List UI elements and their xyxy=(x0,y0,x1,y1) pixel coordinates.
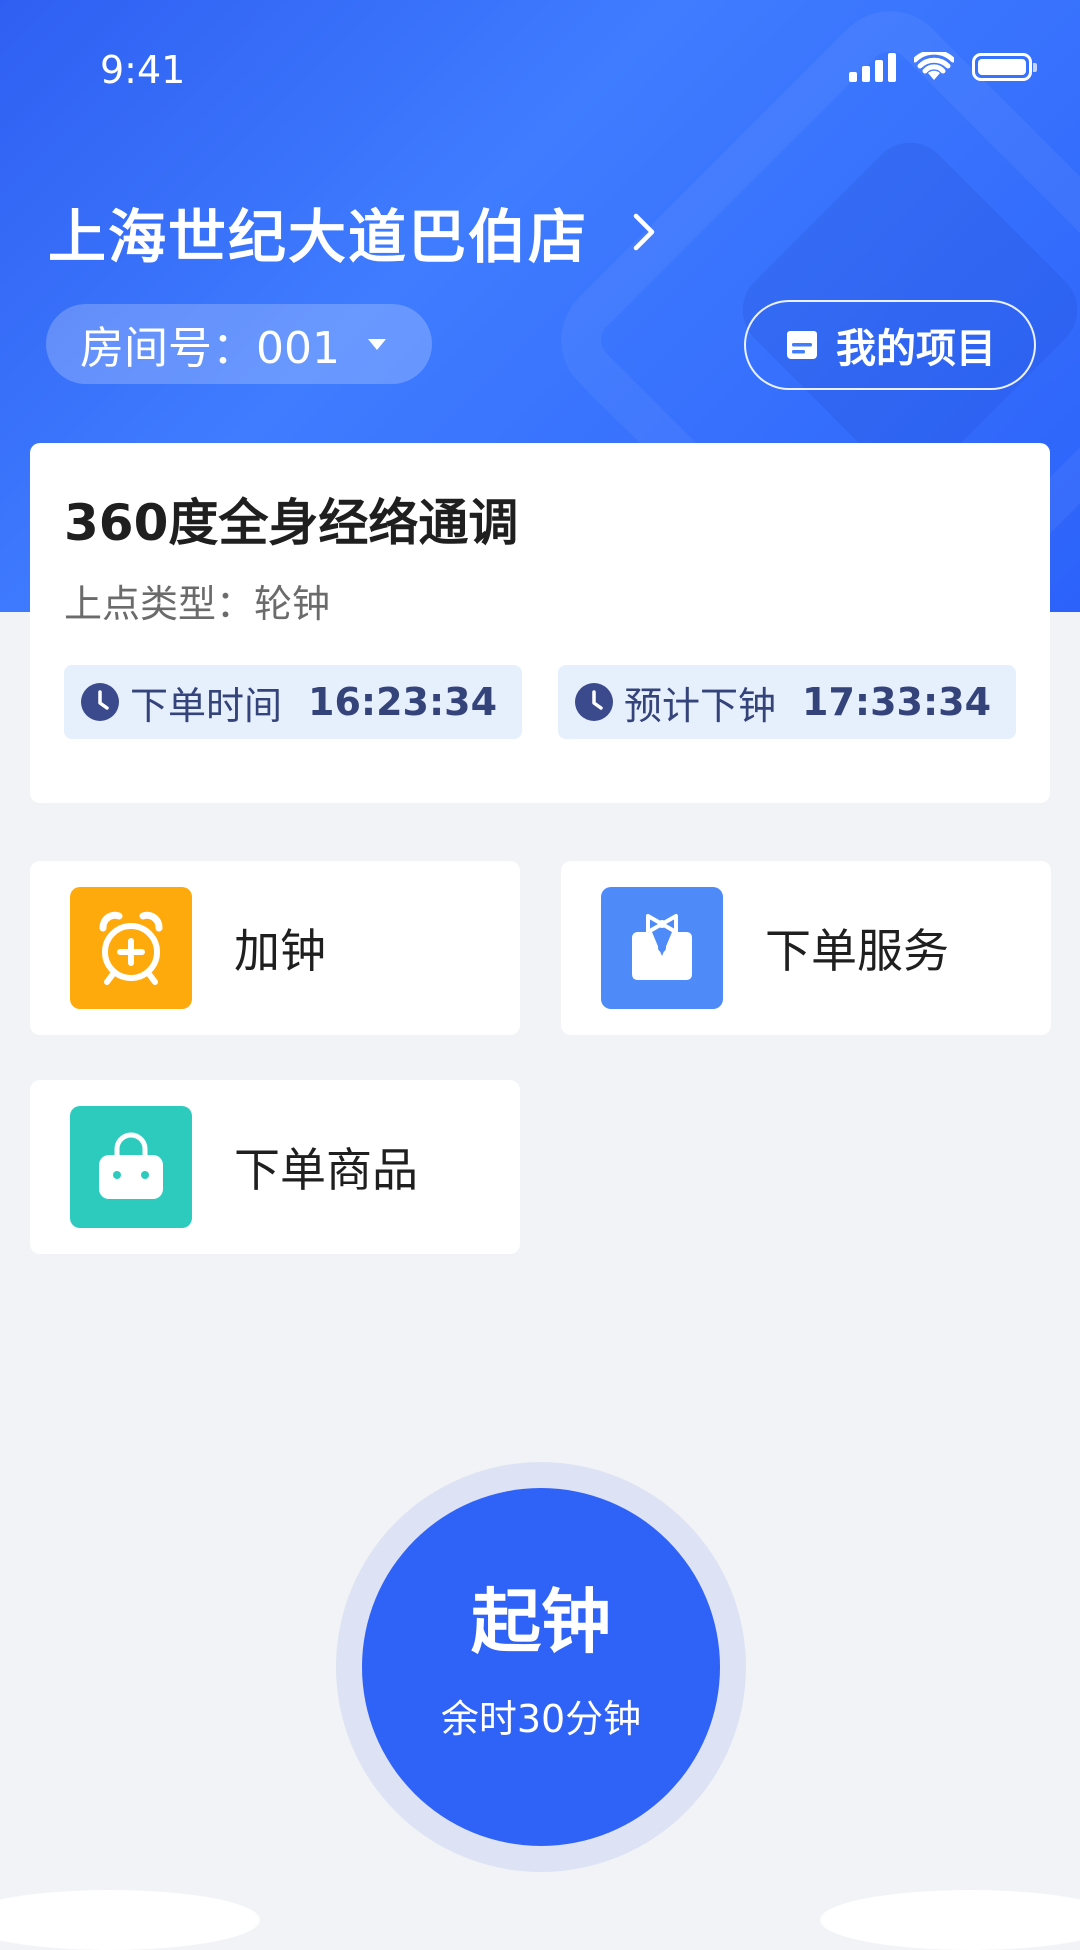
status-icons xyxy=(849,52,1037,82)
project-type: 上点类型：轮钟 xyxy=(64,582,331,626)
bottom-bar-edge-left xyxy=(0,1890,260,1950)
shopping-bag-icon xyxy=(70,1106,192,1228)
store-name: 上海世纪大道巴伯店 xyxy=(48,203,589,271)
project-card: 360度全身经络通调 上点类型：轮钟 下单时间 16:23:34 预计下钟 17… xyxy=(30,443,1050,803)
remaining-time-label: 余时30分钟 xyxy=(440,1696,642,1741)
battery-icon xyxy=(972,53,1037,81)
store-selector[interactable]: 上海世纪大道巴伯店 xyxy=(48,190,664,274)
chevron-right-icon xyxy=(633,213,655,251)
start-clock-label: 起钟 xyxy=(471,1580,611,1663)
add-clock-button[interactable]: 加钟 xyxy=(30,861,520,1035)
order-time-label: 下单时间 xyxy=(130,683,283,728)
waiter-bowtie-icon xyxy=(601,887,723,1009)
room-number-label: 房间号：001 xyxy=(80,323,340,374)
order-time-value: 16:23:34 xyxy=(308,680,498,724)
wifi-icon xyxy=(914,52,954,80)
add-clock-label: 加钟 xyxy=(234,924,326,978)
end-time-value: 17:33:34 xyxy=(802,680,992,724)
time-row: 下单时间 16:23:34 预计下钟 17:33:34 xyxy=(64,665,1016,739)
clock-icon xyxy=(575,683,613,721)
end-time-label: 预计下钟 xyxy=(624,683,777,728)
bottom-bar-edge-right xyxy=(820,1890,1080,1950)
room-number-dropdown[interactable]: 房间号：001 xyxy=(46,304,432,384)
end-time-chip: 预计下钟 17:33:34 xyxy=(558,665,1016,739)
project-name: 360度全身经络通调 xyxy=(64,494,519,552)
caret-down-icon xyxy=(367,338,386,350)
order-goods-label: 下单商品 xyxy=(234,1143,418,1197)
status-time: 9:41 xyxy=(100,48,186,92)
start-clock-button[interactable]: 起钟 余时30分钟 xyxy=(362,1488,720,1846)
my-projects-label: 我的项目 xyxy=(836,326,996,372)
order-time-chip: 下单时间 16:23:34 xyxy=(64,665,522,739)
order-service-label: 下单服务 xyxy=(765,924,949,978)
document-list-icon xyxy=(787,331,817,359)
clock-icon xyxy=(81,683,119,721)
alarm-clock-plus-icon xyxy=(70,887,192,1009)
order-goods-button[interactable]: 下单商品 xyxy=(30,1080,520,1254)
order-service-button[interactable]: 下单服务 xyxy=(561,861,1051,1035)
signal-icon xyxy=(849,52,896,82)
my-projects-button[interactable]: 我的项目 xyxy=(744,300,1036,390)
